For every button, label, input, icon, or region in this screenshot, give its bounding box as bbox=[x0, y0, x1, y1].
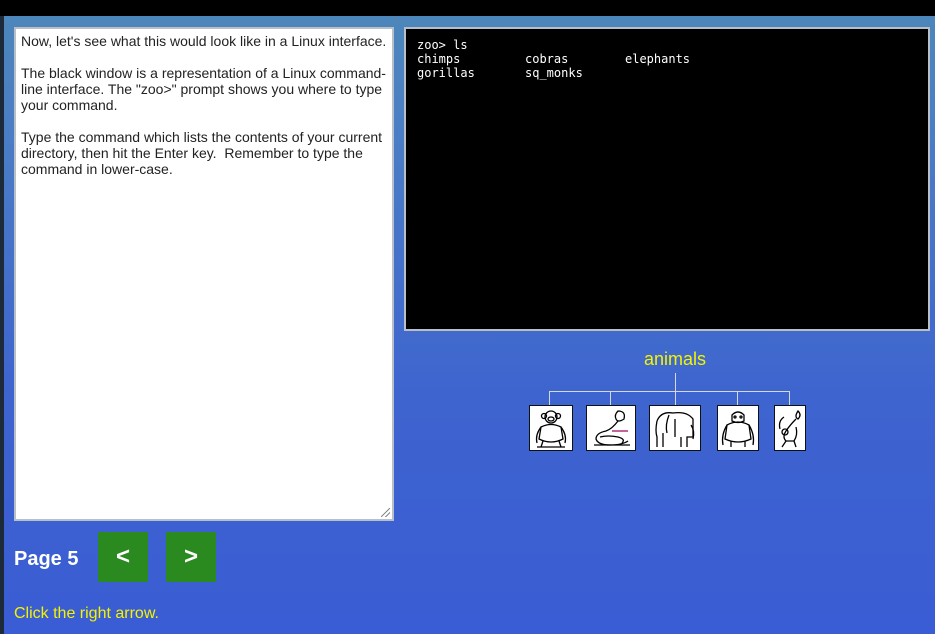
cobra-icon bbox=[586, 405, 636, 451]
terminal-entry: gorillas bbox=[417, 66, 475, 80]
tree-branch-line bbox=[610, 391, 611, 405]
page-indicator: Page 5 bbox=[14, 548, 79, 570]
terminal-entry: cobras bbox=[525, 52, 569, 66]
gorilla-icon bbox=[717, 405, 759, 451]
terminal-window[interactable]: zoo> ls chimps cobras elephants gorillas… bbox=[404, 27, 930, 331]
tree-branch-line bbox=[549, 391, 789, 392]
tree-branch-line bbox=[675, 391, 676, 405]
next-page-button[interactable]: > bbox=[166, 532, 216, 582]
terminal-entry bbox=[625, 66, 733, 80]
terminal-listing-row: chimps cobras elephants bbox=[417, 52, 917, 66]
top-bar bbox=[0, 0, 935, 16]
previous-page-button[interactable]: < bbox=[98, 532, 148, 582]
directory-root-label: animals bbox=[643, 349, 707, 369]
instructions-paragraph-3: Type the command which lists the content… bbox=[21, 129, 386, 177]
instructions-paragraph-1: Now, let's see what this would look like… bbox=[21, 33, 387, 49]
terminal-entry: chimps bbox=[417, 52, 461, 66]
instructions-textarea[interactable]: Now, let's see what this would look like… bbox=[14, 27, 394, 521]
terminal-command-line: zoo> ls bbox=[417, 38, 468, 52]
resize-grip-icon[interactable] bbox=[381, 508, 390, 517]
instruction-hint: Click the right arrow. bbox=[14, 605, 159, 622]
left-edge bbox=[0, 16, 4, 634]
instructions-paragraph-2: The black window is a representation of … bbox=[21, 65, 386, 113]
tree-branch-line bbox=[737, 391, 738, 405]
terminal-entry: sq_monks bbox=[525, 66, 583, 80]
tree-branch-line bbox=[549, 391, 550, 405]
terminal-entry: elephants bbox=[625, 52, 691, 66]
chimp-icon bbox=[529, 405, 573, 451]
tree-branch-line bbox=[789, 391, 790, 405]
terminal-listing-row: gorillas sq_monks bbox=[417, 66, 917, 80]
elephant-icon bbox=[649, 405, 701, 451]
squirrel-monkey-icon bbox=[774, 405, 806, 451]
tree-trunk-line bbox=[675, 373, 676, 391]
